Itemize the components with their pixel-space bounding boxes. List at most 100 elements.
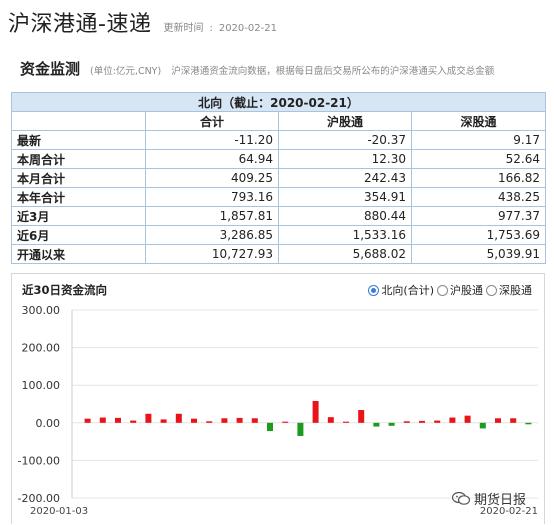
flow-bar — [510, 418, 517, 423]
cell-total: 1,857.81 — [145, 206, 279, 226]
flow-bar — [312, 400, 319, 423]
cell-total: 793.16 — [145, 187, 279, 207]
section-description: 沪深港通资金流向数据，根据每日盘后交易所公布的沪深港通买入成交总金额 — [171, 66, 495, 77]
row-label: 最新 — [11, 130, 146, 150]
table-header-row: 合计 沪股通 深股通 — [11, 111, 547, 131]
y-tick-label: 100.00 — [22, 379, 61, 392]
series-selector: 北向(合计) 沪股通 深股通 — [365, 282, 532, 298]
flow-bar — [191, 418, 197, 423]
row-label: 本周合计 — [11, 149, 146, 169]
flow-bar — [99, 417, 106, 423]
chart-title: 近30日资金流向 — [22, 283, 108, 297]
flow-bar — [358, 410, 365, 423]
table-row: 本年合计 793.16 354.91 438.25 — [11, 187, 547, 207]
option-northbound-total[interactable]: 北向(合计) — [368, 282, 434, 298]
flow-bar — [84, 418, 91, 423]
flow-bar — [479, 422, 486, 429]
flow-bar — [419, 420, 425, 423]
option-shanghai-connect[interactable]: 沪股通 — [437, 282, 483, 298]
option-label: 深股通 — [499, 284, 532, 297]
cell-total: -11.20 — [145, 130, 279, 150]
wechat-icon — [452, 492, 470, 505]
flow-bar — [145, 413, 152, 423]
x-tick-label-first: 2020-01-03 — [30, 506, 88, 517]
flow-bar — [464, 415, 471, 423]
column-header-shenzhen: 深股通 — [410, 111, 547, 131]
cell-total: 409.25 — [145, 168, 279, 188]
row-label: 近6月 — [11, 225, 146, 245]
table-row: 本周合计 64.94 12.30 52.64 — [11, 149, 547, 169]
flow-bar — [282, 421, 289, 423]
section-unit: (单位:亿元,CNY) — [90, 66, 162, 77]
cell-shanghai: 1,533.16 — [278, 225, 412, 245]
row-label: 近3月 — [11, 206, 146, 226]
page-title: 沪深港通-速递 — [8, 12, 152, 37]
y-tick-label: 0.00 — [36, 417, 61, 430]
flow-bar — [403, 421, 410, 423]
cell-shenzhen: 5,039.91 — [410, 244, 547, 264]
cell-shanghai: 354.91 — [278, 187, 412, 207]
flow-bar — [373, 422, 380, 427]
cell-shanghai: 242.43 — [278, 168, 412, 188]
table-caption: 北向（截止：2020-02-21） — [10, 92, 547, 112]
cell-total: 64.94 — [145, 149, 279, 169]
row-label: 本年合计 — [11, 187, 146, 207]
cell-shenzhen: 52.64 — [410, 149, 547, 169]
table-row: 近6月 3,286.85 1,533.16 1,753.69 — [11, 225, 547, 245]
flow-bar — [115, 417, 121, 423]
northbound-table: 北向（截止：2020-02-21） 合计 沪股通 深股通 最新 -11.20 -… — [10, 92, 547, 264]
table-row: 近3月 1,857.81 880.44 977.37 — [11, 206, 547, 226]
flow-bar — [130, 420, 137, 423]
flow-bar — [525, 422, 532, 425]
flow-bar — [343, 421, 349, 423]
cell-shenzhen: 977.37 — [410, 206, 547, 226]
fund-flow-chart-panel: 300.00 200.00 100.00 0.00 -100.00 -200.00 2020… — [11, 273, 545, 524]
flow-bar — [327, 417, 334, 423]
flow-bar — [267, 422, 273, 432]
cell-shanghai: -20.37 — [278, 130, 412, 150]
option-shenzhen-connect[interactable]: 深股通 — [486, 282, 532, 298]
option-label: 沪股通 — [450, 284, 483, 297]
cell-shanghai: 880.44 — [278, 206, 412, 226]
page-header: 沪深港通-速递 更新时间 : 2020-02-21 — [8, 6, 277, 37]
cell-shenzhen: 9.17 — [410, 130, 547, 150]
flow-bar — [221, 418, 228, 423]
row-label: 开通以来 — [11, 244, 146, 264]
section-header: 资金监测 (单位:亿元,CNY) 沪深港通资金流向数据，根据每日盘后交易所公布的… — [20, 58, 554, 80]
table-row: 最新 -11.20 -20.37 9.17 — [11, 130, 547, 150]
column-header-total: 合计 — [145, 111, 279, 131]
y-tick-label: -100.00 — [18, 454, 60, 467]
table-row: 开通以来 10,727.93 5,688.02 5,039.91 — [11, 244, 547, 264]
update-time-value: 2020-02-21 — [218, 23, 277, 34]
flow-bar — [236, 417, 243, 423]
cell-shenzhen: 438.25 — [410, 187, 547, 207]
cell-total: 3,286.85 — [145, 225, 279, 245]
radio-icon-checked[interactable] — [368, 284, 380, 296]
column-header-shanghai: 沪股通 — [278, 111, 412, 131]
cell-total: 10,727.93 — [145, 244, 279, 264]
cell-shenzhen: 166.82 — [410, 168, 547, 188]
flow-bar — [251, 418, 258, 423]
y-tick-label: 200.00 — [22, 342, 61, 355]
table-row: 本月合计 409.25 242.43 166.82 — [11, 168, 547, 188]
flow-bar — [160, 419, 167, 423]
section-title: 资金监测 — [20, 60, 81, 78]
flow-bar — [388, 422, 395, 426]
cell-shenzhen: 1,753.69 — [410, 225, 547, 245]
flow-bar — [495, 418, 501, 423]
cell-shanghai: 5,688.02 — [278, 244, 412, 264]
flow-bar — [434, 420, 441, 423]
column-header-label — [11, 111, 146, 131]
watermark-text: 期货日报 — [474, 493, 527, 508]
y-tick-label: -200.00 — [18, 492, 60, 505]
radio-icon[interactable] — [486, 284, 497, 296]
flow-bar — [175, 413, 182, 423]
radio-icon[interactable] — [437, 284, 448, 296]
fund-flow-chart: 300.00 200.00 100.00 0.00 -100.00 -200.002020… — [18, 304, 538, 517]
cell-shanghai: 12.30 — [278, 149, 412, 169]
flow-bar — [206, 421, 213, 423]
row-label: 本月合计 — [11, 168, 146, 188]
northbound-table-container: 北向（截止：2020-02-21） 合计 沪股通 深股通 最新 -11.20 -… — [10, 92, 547, 264]
y-tick-label: 300.00 — [22, 304, 61, 317]
flow-bar — [297, 422, 304, 436]
